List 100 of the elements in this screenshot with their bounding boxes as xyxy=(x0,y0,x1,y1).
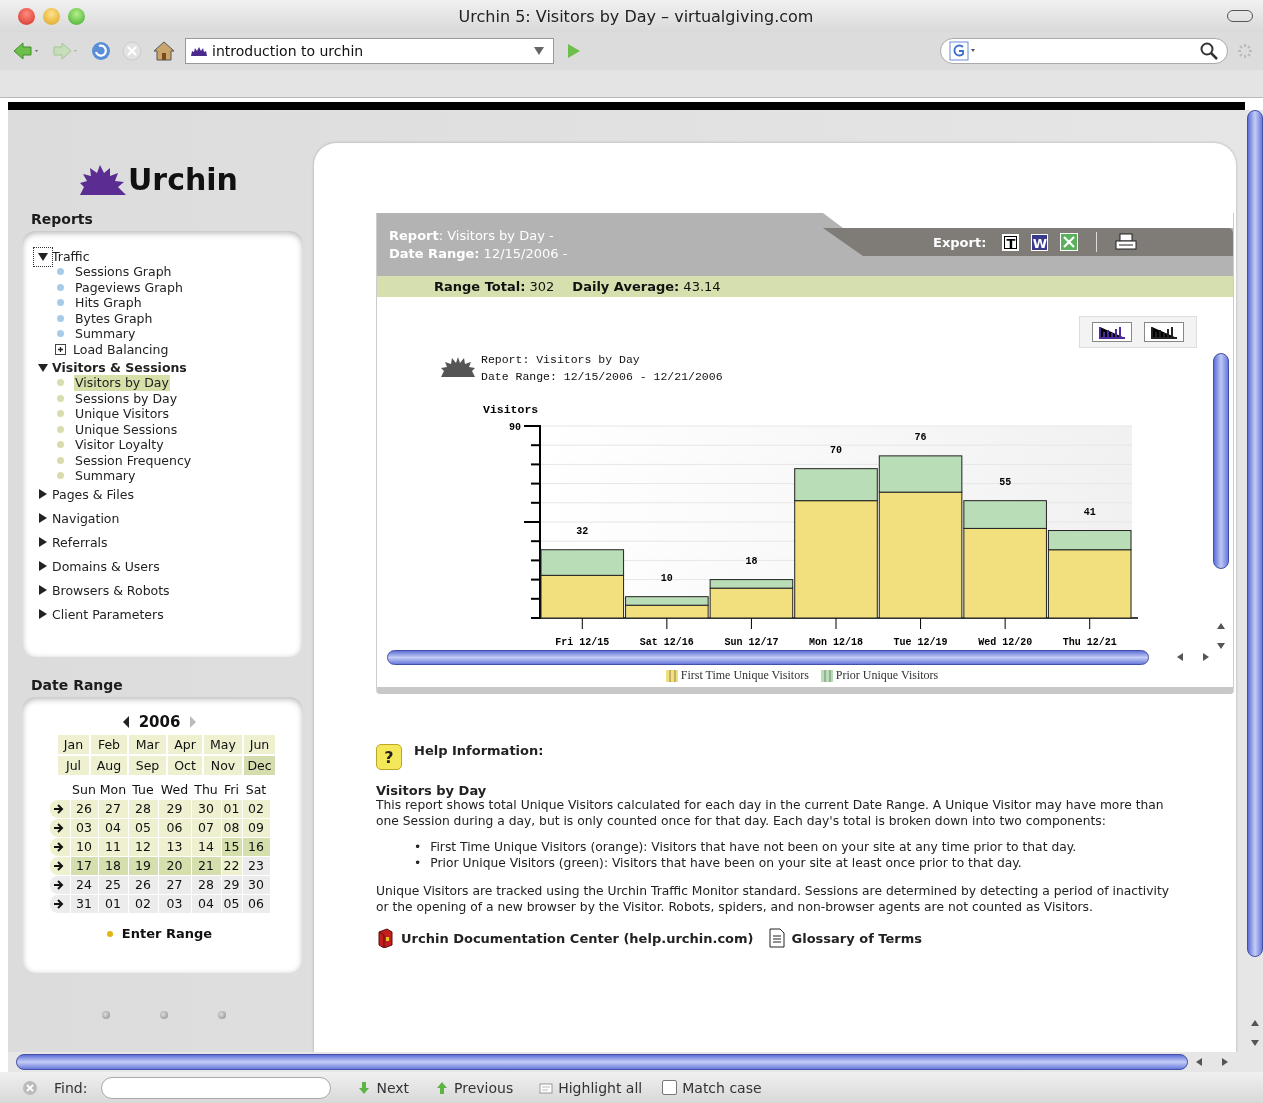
day-cell[interactable]: 06 xyxy=(158,819,191,837)
close-window-button[interactable] xyxy=(18,7,35,25)
day-cell[interactable]: 23 xyxy=(242,857,270,875)
day-cell[interactable]: 26 xyxy=(128,876,158,894)
bar-chart-icon[interactable] xyxy=(1144,322,1184,342)
report-link[interactable]: Sessions Graph xyxy=(74,264,173,280)
day-cell[interactable]: 22 xyxy=(221,857,242,875)
month-cell[interactable]: Jun xyxy=(244,735,275,754)
report-link[interactable]: Bytes Graph xyxy=(74,310,154,326)
day-cell[interactable]: 27 xyxy=(98,800,128,818)
plus-box-icon[interactable] xyxy=(55,343,66,355)
month-cell[interactable]: Nov xyxy=(204,756,242,775)
report-group[interactable]: Browsers & Robots xyxy=(52,582,170,598)
address-field[interactable]: introduction to urchin xyxy=(185,38,554,64)
report-link[interactable]: Pageviews Graph xyxy=(74,279,184,295)
highlight-all-button[interactable]: Highlight all xyxy=(533,1079,649,1096)
month-cell[interactable]: Oct xyxy=(168,756,202,775)
report-group[interactable]: Pages & Files xyxy=(52,486,134,502)
report-link[interactable]: Unique Visitors xyxy=(74,406,170,422)
select-week-arrow[interactable] xyxy=(49,895,70,913)
reload-icon[interactable] xyxy=(90,40,112,62)
page-horizontal-scrollbar[interactable] xyxy=(8,1052,1263,1072)
day-cell[interactable]: 05 xyxy=(128,819,158,837)
day-cell[interactable]: 26 xyxy=(70,800,98,818)
report-link[interactable]: Hits Graph xyxy=(74,295,143,311)
month-cell[interactable]: Mar xyxy=(129,735,166,754)
day-cell[interactable]: 15 xyxy=(221,838,242,856)
bar-chart-icon[interactable] xyxy=(1092,322,1132,342)
search-engine-icon[interactable] xyxy=(949,41,977,61)
month-cell[interactable]: Feb xyxy=(91,735,127,754)
day-cell[interactable]: 02 xyxy=(128,895,158,913)
report-link[interactable]: Load Balancing xyxy=(72,341,170,357)
select-week-arrow[interactable] xyxy=(49,838,70,856)
day-cell[interactable]: 14 xyxy=(191,838,221,856)
report-link[interactable]: Session Frequency xyxy=(74,452,193,468)
report-link[interactable]: Summary xyxy=(74,326,137,342)
home-icon[interactable] xyxy=(152,40,176,62)
day-cell[interactable]: 02 xyxy=(242,800,270,818)
month-cell[interactable]: Sep xyxy=(129,756,166,775)
day-cell[interactable]: 11 xyxy=(98,838,128,856)
day-cell[interactable]: 30 xyxy=(242,876,270,894)
day-cell[interactable]: 09 xyxy=(242,819,270,837)
day-cell[interactable]: 01 xyxy=(221,800,242,818)
day-cell[interactable]: 04 xyxy=(98,819,128,837)
day-cell[interactable]: 27 xyxy=(158,876,191,894)
month-cell[interactable]: Aug xyxy=(91,756,127,775)
export-format-button[interactable]: T xyxy=(1002,233,1020,251)
expanded-triangle-icon[interactable] xyxy=(36,249,50,264)
search-icon[interactable] xyxy=(1199,41,1219,61)
day-cell[interactable]: 07 xyxy=(191,819,221,837)
day-cell[interactable]: 18 xyxy=(98,857,128,875)
day-cell[interactable]: 08 xyxy=(221,819,242,837)
day-cell[interactable]: 31 xyxy=(70,895,98,913)
select-week-arrow[interactable] xyxy=(49,819,70,837)
enter-range-link[interactable]: Enter Range xyxy=(121,926,213,941)
day-cell[interactable]: 30 xyxy=(191,800,221,818)
day-cell[interactable]: 12 xyxy=(128,838,158,856)
day-cell[interactable]: 20 xyxy=(158,857,191,875)
day-cell[interactable]: 25 xyxy=(98,876,128,894)
day-cell[interactable]: 28 xyxy=(191,876,221,894)
search-field[interactable] xyxy=(940,38,1228,64)
month-cell[interactable]: Jul xyxy=(58,756,89,775)
report-group[interactable]: Domains & Users xyxy=(52,558,160,574)
month-cell[interactable]: Jan xyxy=(58,735,89,754)
printer-icon[interactable] xyxy=(1115,233,1138,251)
select-week-arrow[interactable] xyxy=(49,876,70,894)
month-cell[interactable]: May xyxy=(204,735,242,754)
next-button[interactable]: Next xyxy=(351,1079,416,1096)
report-link[interactable]: Visitors by Day xyxy=(74,375,170,391)
day-cell[interactable]: 10 xyxy=(70,838,98,856)
help-link[interactable]: Urchin Documentation Center (help.urchin.com) xyxy=(401,930,754,946)
day-cell[interactable]: 06 xyxy=(242,895,270,913)
day-cell[interactable]: 29 xyxy=(221,876,242,894)
day-cell[interactable]: 28 xyxy=(128,800,158,818)
match-case-checkbox[interactable] xyxy=(662,1080,678,1095)
select-week-arrow[interactable] xyxy=(49,857,70,875)
day-cell[interactable]: 21 xyxy=(191,857,221,875)
day-cell[interactable]: 29 xyxy=(158,800,191,818)
day-cell[interactable]: 05 xyxy=(221,895,242,913)
help-link[interactable]: Glossary of Terms xyxy=(791,930,922,946)
report-group[interactable]: Visitors & Sessions xyxy=(52,360,187,375)
report-group[interactable]: Client Parameters xyxy=(52,606,164,622)
day-cell[interactable]: 03 xyxy=(158,895,191,913)
day-cell[interactable]: 17 xyxy=(70,857,98,875)
month-cell[interactable]: Apr xyxy=(168,735,202,754)
find-field[interactable] xyxy=(101,1076,332,1099)
day-cell[interactable]: 24 xyxy=(70,876,98,894)
day-cell[interactable]: 04 xyxy=(191,895,221,913)
report-group[interactable]: Navigation xyxy=(52,510,120,526)
report-link[interactable]: Unique Sessions xyxy=(74,421,179,437)
day-cell[interactable]: 03 xyxy=(70,819,98,837)
day-cell[interactable]: 01 xyxy=(98,895,128,913)
report-link[interactable]: Sessions by Day xyxy=(74,390,179,406)
previous-button[interactable]: Previous xyxy=(429,1079,520,1096)
report-link[interactable]: Summary xyxy=(74,468,137,484)
select-week-arrow[interactable] xyxy=(49,800,70,818)
day-cell[interactable]: 16 xyxy=(242,838,270,856)
day-cell[interactable]: 19 xyxy=(128,857,158,875)
report-group[interactable]: Traffic xyxy=(52,249,90,264)
month-cell[interactable]: Dec xyxy=(244,756,275,775)
